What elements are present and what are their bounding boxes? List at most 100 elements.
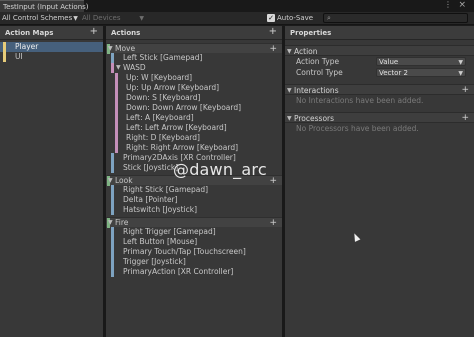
row-label: Right: Right Arrow [Keyboard] <box>126 143 239 152</box>
row-color-bar <box>111 247 114 257</box>
action-type-dropdown[interactable]: Value ▼ <box>376 57 466 66</box>
binding-item[interactable]: Left: Left Arrow [Keyboard] <box>106 123 282 133</box>
binding-item[interactable]: Right Stick [Gamepad] <box>106 185 282 195</box>
composite-item[interactable]: ▼ WASD <box>106 63 282 73</box>
processors-section-header[interactable]: ▼ Processors + <box>285 112 474 123</box>
processors-empty-text: No Processors have been added. <box>296 124 419 133</box>
row-color-bar <box>115 93 118 103</box>
control-type-dropdown[interactable]: Vector 2 ▼ <box>376 68 466 77</box>
add-action-map-icon[interactable]: + <box>90 27 98 37</box>
binding-item[interactable]: Left Stick [Gamepad] <box>106 53 282 63</box>
row-color-bar <box>111 185 114 195</box>
binding-item[interactable]: Down: S [Keyboard] <box>106 93 282 103</box>
search-input[interactable]: ⌕ <box>323 13 468 23</box>
devices-label: All Devices <box>82 14 121 22</box>
control-type-row: Control Type Vector 2 ▼ <box>285 67 474 78</box>
interactions-section-header[interactable]: ▼ Interactions + <box>285 84 474 95</box>
actions-header: Actions + <box>106 26 282 40</box>
dropdown-arrow-icon: ▼ <box>73 15 78 22</box>
binding-item[interactable]: Down: Down Arrow [Keyboard] <box>106 103 282 113</box>
binding-item[interactable]: Right Trigger [Gamepad] <box>106 227 282 237</box>
row-color-bar <box>111 63 114 73</box>
action-map-item[interactable]: UI <box>0 52 103 62</box>
row-label: Left: Left Arrow [Keyboard] <box>126 123 227 132</box>
control-type-label: Control Type <box>296 68 343 77</box>
action-map-item[interactable]: Player <box>0 42 103 52</box>
interactions-empty-text: No Interactions have been added. <box>296 96 424 105</box>
row-color-bar <box>115 73 118 83</box>
row-label: Move <box>115 44 136 53</box>
binding-item[interactable]: PrimaryAction [XR Controller] <box>106 267 282 277</box>
action-type-value: Value <box>379 58 399 66</box>
window-tab[interactable]: TestInput (Input Actions) <box>0 0 89 12</box>
control-schemes-dropdown[interactable]: All Control Schemes▼ <box>2 13 78 24</box>
row-label: Trigger [Joystick] <box>123 257 186 266</box>
control-type-value: Vector 2 <box>379 69 408 77</box>
row-label: Look <box>115 176 133 185</box>
action-map-label: Player <box>15 42 39 51</box>
binding-item[interactable]: Right: Right Arrow [Keyboard] <box>106 143 282 153</box>
row-color-bar <box>111 153 114 163</box>
binding-item[interactable]: Up: W [Keyboard] <box>106 73 282 83</box>
action-maps-title: Action Maps <box>5 29 54 37</box>
caret-down-icon: ▼ <box>287 115 292 122</box>
row-label: Fire <box>115 218 129 227</box>
caret-down-icon[interactable]: ▼ <box>116 63 121 73</box>
row-label: Right Trigger [Gamepad] <box>123 227 216 236</box>
binding-item[interactable]: Primary Touch/Tap [Touchscreen] <box>106 247 282 257</box>
action-section-title: Action <box>294 47 318 56</box>
binding-item[interactable]: Left Button [Mouse] <box>106 237 282 247</box>
row-color-bar <box>115 103 118 113</box>
row-color-bar <box>111 227 114 237</box>
auto-save-checkbox[interactable]: ✓ <box>267 14 275 22</box>
row-label: Left Button [Mouse] <box>123 237 198 246</box>
devices-dropdown[interactable]: All Devices ▼ <box>82 13 144 24</box>
row-color-bar <box>115 133 118 143</box>
row-color-bar <box>111 53 114 63</box>
row-color-bar <box>111 163 114 173</box>
row-label: Down: Down Arrow [Keyboard] <box>126 103 242 112</box>
binding-item[interactable]: Up: Up Arrow [Keyboard] <box>106 83 282 93</box>
row-color-bar <box>111 195 114 205</box>
action-maps-panel: Action Maps + Player UI <box>0 26 103 337</box>
window-tab-title: TestInput (Input Actions) <box>3 3 89 11</box>
add-processor-icon[interactable]: + <box>461 113 469 123</box>
row-label: Left: A [Keyboard] <box>126 113 194 122</box>
row-label: Primary Touch/Tap [Touchscreen] <box>123 247 246 256</box>
row-color-bar <box>115 143 118 153</box>
add-interaction-icon[interactable]: + <box>461 85 469 95</box>
properties-title: Properties <box>290 29 332 37</box>
binding-item[interactable]: Left: A [Keyboard] <box>106 113 282 123</box>
binding-item[interactable]: Hatswitch [Joystick] <box>106 205 282 215</box>
actions-panel: Actions + ▼ Move + Left Stick [Gamepad] ▼ WAS… <box>106 26 282 337</box>
row-label: Left Stick [Gamepad] <box>123 53 203 62</box>
properties-panel: Properties ▼ Action Action Type Value ▼ … <box>285 26 474 337</box>
binding-item[interactable]: Right: D [Keyboard] <box>106 133 282 143</box>
row-label: Up: Up Arrow [Keyboard] <box>126 83 220 92</box>
action-map-color-bar <box>3 42 6 52</box>
row-label: Right: D [Keyboard] <box>126 133 200 142</box>
caret-down-icon: ▼ <box>287 87 292 94</box>
action-section-header[interactable]: ▼ Action <box>285 45 474 56</box>
action-item[interactable]: ▼ Move + <box>106 43 282 54</box>
row-label: Up: W [Keyboard] <box>126 73 193 82</box>
auto-save-label: Auto-Save <box>277 14 314 22</box>
action-item[interactable]: ▼ Fire + <box>106 217 282 228</box>
binding-item[interactable]: Delta [Pointer] <box>106 195 282 205</box>
dropdown-arrow-icon: ▼ <box>139 15 144 22</box>
dropdown-arrow-icon: ▼ <box>458 59 463 66</box>
close-icon[interactable]: × <box>458 0 466 10</box>
action-maps-header: Action Maps + <box>0 26 103 40</box>
row-color-bar <box>115 113 118 123</box>
action-type-label: Action Type <box>296 57 340 66</box>
add-action-icon[interactable]: + <box>269 27 277 37</box>
kebab-menu-icon[interactable]: ⋮ <box>444 1 452 9</box>
search-icon: ⌕ <box>327 14 331 22</box>
action-map-label: UI <box>15 52 23 61</box>
action-map-color-bar <box>3 52 6 62</box>
row-color-bar <box>115 123 118 133</box>
row-color-bar <box>111 267 114 277</box>
row-color-bar <box>115 83 118 93</box>
row-label: PrimaryAction [XR Controller] <box>123 267 234 276</box>
binding-item[interactable]: Trigger [Joystick] <box>106 257 282 267</box>
